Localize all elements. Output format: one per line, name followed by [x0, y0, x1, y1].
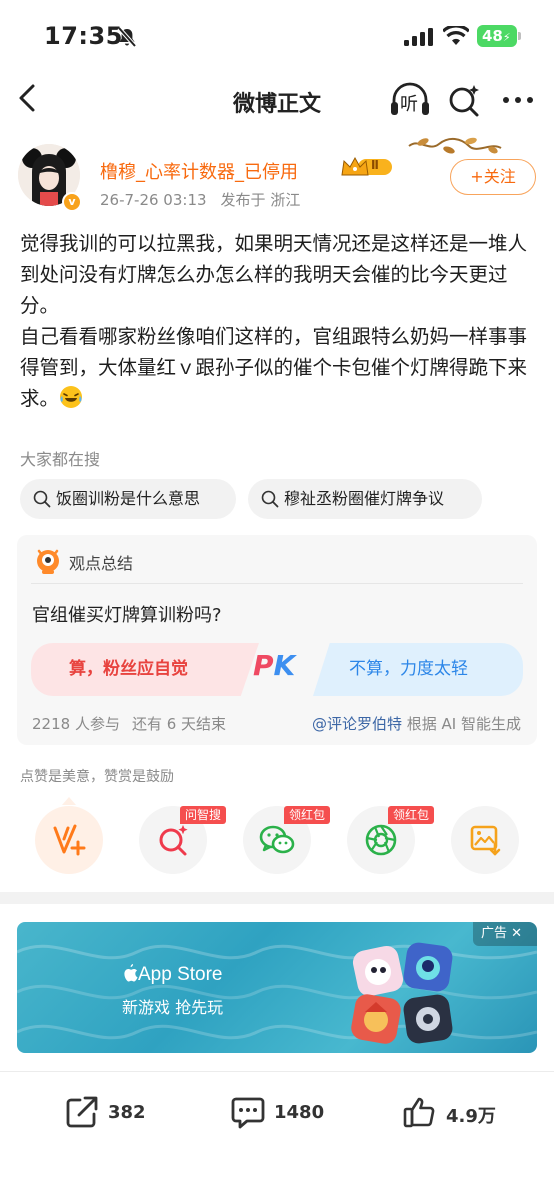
credit-suffix: 根据 AI 智能生成 [406, 715, 521, 733]
ai-robot-logo-icon [37, 549, 59, 574]
game-icons-collage [351, 942, 453, 1044]
listen-label: 听 [400, 94, 418, 115]
battery-indicator: 48⚡ [477, 25, 517, 47]
toolbar-divider [0, 1071, 554, 1072]
search-chip[interactable]: 穆祉丞粉圈催灯牌争议 [248, 479, 482, 519]
search-icon [33, 490, 51, 508]
wechat-icon [259, 825, 295, 854]
summary-title: 观点总结 [69, 554, 134, 573]
card-decoration-icon [408, 137, 502, 154]
trending-search-label: 大家都在搜 [20, 450, 101, 469]
reward-button[interactable] [35, 806, 103, 874]
opinion-summary-card: 观点总结 官组催买灯牌算训粉吗? 算，粉丝应自觉 不算，力度太轻 PK 2218… [17, 535, 537, 745]
reward-hint: 点赞是美意，赞赏是鼓励 [20, 769, 174, 785]
share-icon [66, 1096, 98, 1128]
signal-icon [404, 28, 433, 46]
search-chip-label: 穆祉丞粉圈催灯牌争议 [284, 489, 445, 508]
nav-bar: 微博正文 听 [0, 70, 554, 130]
member-level: Ⅱ [371, 158, 379, 172]
apple-logo-icon [124, 964, 138, 982]
member-crown-badge: Ⅱ [340, 155, 394, 179]
post-location: 发布于 浙江 [220, 191, 301, 209]
laughing-tears-emoji-icon [60, 386, 83, 408]
search-sparkle-icon [159, 825, 188, 856]
post-meta: 26-7-26 03:13 发布于 浙江 [100, 189, 314, 210]
search-chip-label: 饭圈训粉是什么意思 [56, 489, 201, 508]
author-avatar[interactable]: v [14, 140, 82, 212]
ad-slogan: 新游戏 抢先玩 [122, 998, 224, 1017]
status-bar: 17:35 48⚡ [0, 0, 554, 70]
post-date: 26-7-26 03:13 [100, 191, 207, 209]
tag-ask-search: 问智搜 [180, 806, 227, 824]
battery-level: 48 [482, 27, 503, 45]
moments-aperture-icon [365, 824, 397, 856]
pk-label: PK [253, 649, 295, 682]
like-count: 4.9万 [446, 1106, 496, 1127]
search-icon [261, 490, 279, 508]
participant-count: 2218 人参与 [32, 715, 120, 733]
vote-option-yes[interactable]: 算，粉丝应自觉 [31, 643, 259, 696]
battery-tip [518, 32, 521, 40]
bell-mute-icon [117, 26, 137, 48]
pk-letter-k: K [273, 649, 296, 682]
search-chip[interactable]: 饭圈训粉是什么意思 [20, 479, 236, 519]
tag-red-packet: 领红包 [388, 806, 435, 824]
verified-badge-icon: v [62, 192, 82, 212]
credit-user-link[interactable]: @评论罗伯特 [312, 715, 402, 733]
tag-red-packet: 领红包 [284, 806, 331, 824]
author-name[interactable]: 橹穆_心率计数器_已停用 [100, 158, 298, 184]
repost-button[interactable]: 382 [64, 1090, 164, 1134]
crown-icon [341, 156, 392, 176]
comment-count: 1480 [274, 1102, 325, 1123]
pk-letter-p: P [253, 649, 274, 682]
more-icon[interactable] [498, 82, 538, 118]
vote-option-no[interactable]: 不算，力度太轻 [313, 643, 523, 696]
divider [31, 583, 523, 584]
ad-close-badge[interactable]: 广告 ✕ [473, 922, 537, 946]
post-text-block: 觉得我训的可以拉黑我，如果明天情况还是这样还是一堆人到处问没有灯牌怎么办怎么样的… [20, 228, 536, 414]
summary-question: 官组催买灯牌算训粉吗? [32, 605, 222, 626]
vote-stats: 2218 人参与 还有 6 天结束 [32, 713, 238, 734]
ai-credit: @评论罗伯特 根据 AI 智能生成 [312, 713, 521, 734]
remaining-time: 还有 6 天结束 [131, 715, 227, 733]
comment-icon [231, 1097, 265, 1129]
ad-store-name: App Store [138, 964, 223, 985]
image-download-icon [470, 825, 501, 856]
reward-v-plus-icon [53, 824, 86, 856]
thumbs-up-icon [403, 1097, 435, 1128]
status-time: 17:35 [44, 22, 123, 50]
search-sparkle-icon[interactable] [446, 80, 482, 120]
water-pattern [17, 944, 537, 1040]
wifi-icon [443, 26, 469, 45]
ad-banner[interactable]: App Store 新游戏 抢先玩 广告 ✕ [17, 922, 537, 1053]
like-button[interactable]: 4.9万 [402, 1090, 512, 1134]
follow-button[interactable]: +关注 [450, 159, 536, 195]
section-divider [0, 892, 554, 904]
repost-count: 382 [108, 1102, 146, 1123]
pointer-arrow [62, 797, 76, 805]
save-image-button[interactable] [451, 806, 519, 874]
comment-button[interactable]: 1480 [230, 1090, 340, 1134]
ad-store: App Store [122, 964, 223, 986]
post-text: 觉得我训的可以拉黑我，如果明天情况还是这样还是一堆人到处问没有灯牌怎么办怎么样的… [20, 232, 528, 410]
listen-button[interactable]: 听 [388, 80, 432, 120]
